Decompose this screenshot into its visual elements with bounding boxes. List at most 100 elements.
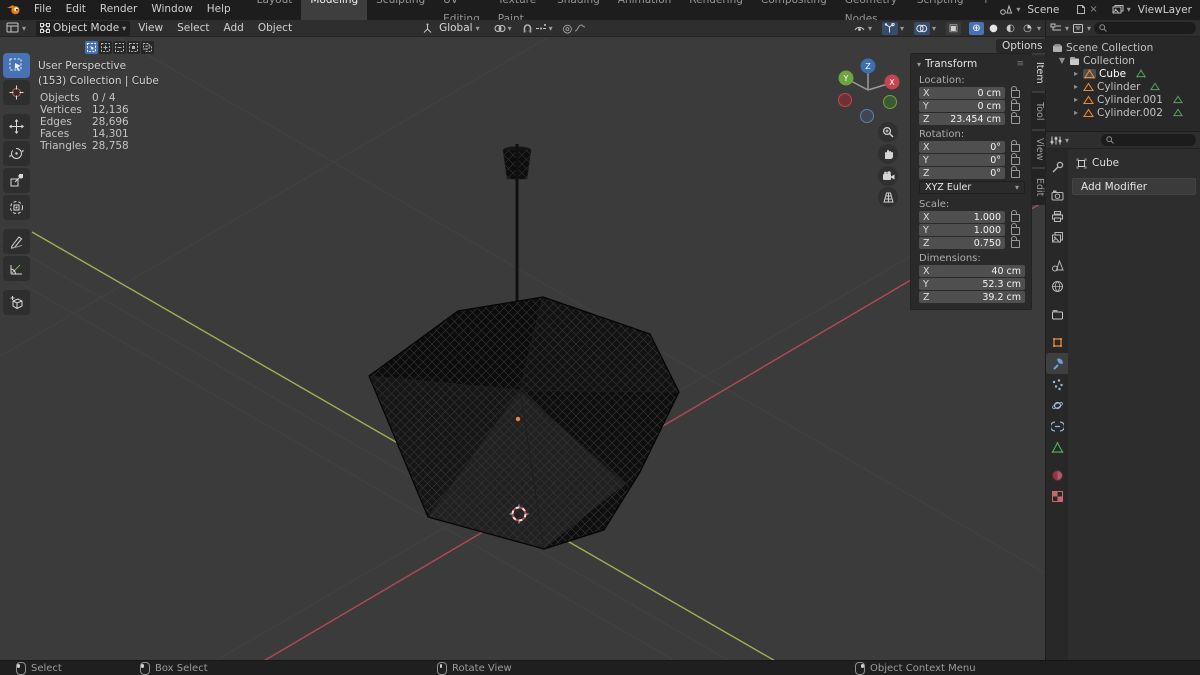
breadcrumb-object-name[interactable]: Cube: [1092, 157, 1119, 169]
outliner-search-input[interactable]: [1094, 22, 1196, 34]
output-properties-tab[interactable]: [1046, 206, 1068, 227]
cylinder-mesh-data-icon[interactable]: [1150, 82, 1161, 91]
toggle-xray-icon[interactable]: ▣: [945, 21, 961, 35]
viewlayer-name[interactable]: ViewLayer: [1134, 4, 1192, 16]
gizmo-y-neg-axis[interactable]: [883, 95, 897, 109]
cylinder001-expand-icon[interactable]: ▸: [1072, 95, 1080, 104]
shading-rendered-icon[interactable]: ◔: [1020, 22, 1035, 35]
overlays-chevron[interactable]: ▾: [932, 24, 936, 33]
cube-expand-icon[interactable]: ▸: [1072, 69, 1080, 78]
pivot-chevron[interactable]: ▾: [508, 24, 512, 33]
object-properties-tab[interactable]: [1046, 332, 1068, 353]
world-properties-tab[interactable]: [1046, 276, 1068, 297]
lock-location-y-icon[interactable]: [1011, 99, 1020, 111]
select-mode-new-icon[interactable]: [85, 41, 98, 54]
scene-browse-chevron[interactable]: ▾: [1016, 5, 1020, 14]
npanel-tab-view[interactable]: View: [1031, 131, 1046, 167]
location-z-field[interactable]: Z 23.454 cm: [919, 113, 1005, 125]
gizmo-chevron[interactable]: ▾: [900, 24, 904, 33]
particle-properties-tab[interactable]: [1046, 374, 1068, 395]
outliner-editor-type-icon[interactable]: [1050, 23, 1062, 34]
scene-browse-icon[interactable]: [999, 4, 1013, 15]
panel-grip-icon[interactable]: ≡: [1016, 59, 1025, 69]
properties-editor-type-icon[interactable]: [1050, 135, 1062, 146]
unlink-scene-icon[interactable]: ×: [1089, 4, 1097, 15]
editor-type-chevron[interactable]: ▾: [22, 24, 26, 33]
mode-dropdown[interactable]: Object Mode ▾: [36, 20, 131, 36]
select-mode-invert-icon[interactable]: [127, 41, 140, 54]
transform-orientation-icon[interactable]: [422, 23, 433, 34]
collection-expand-icon[interactable]: ▼: [1058, 56, 1066, 65]
tool-scale[interactable]: [3, 168, 30, 193]
outliner-row-cube[interactable]: ▸ Cube: [1072, 67, 1147, 80]
cylinder002-mesh-data-icon[interactable]: [1172, 108, 1183, 117]
texture-properties-tab[interactable]: [1046, 486, 1068, 507]
rotation-mode-dropdown[interactable]: XYZ Euler ▾: [919, 181, 1025, 194]
npanel-tab-edit[interactable]: Edit: [1031, 169, 1046, 205]
proportional-editing-icon[interactable]: ◎: [563, 22, 573, 35]
menu-help[interactable]: Help: [200, 0, 238, 19]
snap-chevron[interactable]: ▾: [549, 24, 553, 33]
dimensions-x-field[interactable]: X 40 cm: [919, 265, 1025, 277]
npanel-tab-item[interactable]: Item: [1031, 55, 1046, 91]
camera-view-button[interactable]: [878, 166, 898, 186]
lock-scale-z-icon[interactable]: [1011, 236, 1020, 248]
editor-type-icon[interactable]: [4, 22, 20, 34]
location-y-field[interactable]: Y0 cm: [919, 100, 1005, 112]
cylinder001-mesh-data-icon[interactable]: [1172, 95, 1183, 104]
toggle-perspective-button[interactable]: [878, 187, 898, 207]
scale-z-field[interactable]: Z 0.750: [919, 237, 1005, 249]
zoom-view-button[interactable]: [878, 122, 898, 142]
rotation-x-field[interactable]: X 0°: [919, 141, 1005, 153]
pivot-point-icon[interactable]: [494, 23, 506, 34]
object-data-properties-tab[interactable]: [1046, 437, 1068, 458]
outliner-row-scene-collection[interactable]: Scene Collection: [1052, 41, 1153, 54]
select-mode-intersect-icon[interactable]: [141, 41, 154, 54]
show-overlays-icon[interactable]: [913, 21, 930, 35]
shading-wireframe-icon[interactable]: ⊕: [968, 21, 984, 35]
menu-window[interactable]: Window: [144, 0, 199, 19]
visibility-chevron[interactable]: ▾: [868, 24, 872, 33]
rotation-y-field[interactable]: Y 0°: [919, 154, 1005, 166]
cube-mesh-data-icon[interactable]: [1136, 69, 1147, 78]
add-modifier-button[interactable]: Add Modifier: [1072, 178, 1196, 195]
lock-rotation-z-icon[interactable]: [1011, 166, 1020, 178]
shading-chevron[interactable]: ▾: [1037, 24, 1041, 33]
outliner-row-collection[interactable]: ▼ Collection: [1058, 54, 1135, 67]
lock-rotation-x-icon[interactable]: [1011, 140, 1020, 152]
physics-properties-tab[interactable]: [1046, 395, 1068, 416]
material-properties-tab[interactable]: [1046, 465, 1068, 486]
npanel-tab-tool[interactable]: Tool: [1031, 93, 1046, 129]
outliner-row-cylinder[interactable]: ▸ Cylinder: [1072, 80, 1161, 93]
outliner-filter-chevron[interactable]: ▾: [1087, 24, 1091, 33]
viewport-menu-select[interactable]: Select: [171, 22, 215, 34]
scale-y-field[interactable]: Y 1.000: [919, 224, 1005, 236]
outliner-filter-icon[interactable]: [1072, 23, 1084, 34]
scene-name[interactable]: Scene: [1023, 4, 1073, 16]
gizmo-x-neg-axis[interactable]: [838, 93, 852, 107]
viewport-menu-view[interactable]: View: [132, 22, 169, 34]
menu-file[interactable]: File: [27, 0, 59, 19]
constraint-properties-tab[interactable]: [1046, 416, 1068, 437]
properties-search-input[interactable]: [1101, 134, 1196, 146]
orientation-dropdown[interactable]: Global ▾: [435, 21, 484, 36]
rotation-z-field[interactable]: Z 0°: [919, 167, 1005, 179]
select-mode-extend-icon[interactable]: [99, 41, 112, 54]
tool-cursor[interactable]: [3, 80, 30, 105]
tool-select-box[interactable]: [3, 53, 30, 78]
outliner-row-cylinder-002[interactable]: ▸ Cylinder.002: [1072, 106, 1183, 119]
lock-rotation-y-icon[interactable]: [1011, 153, 1020, 165]
collection-properties-tab[interactable]: [1046, 304, 1068, 325]
view-layer-properties-tab[interactable]: [1046, 227, 1068, 248]
cylinder-expand-icon[interactable]: ▸: [1072, 82, 1080, 91]
menu-render[interactable]: Render: [93, 0, 144, 19]
properties-type-chevron[interactable]: ▾: [1065, 136, 1069, 145]
render-properties-tab[interactable]: [1046, 185, 1068, 206]
scene-properties-tab[interactable]: [1046, 255, 1068, 276]
cylinder002-expand-icon[interactable]: ▸: [1072, 108, 1080, 117]
transform-panel-collapse-icon[interactable]: ▾: [917, 60, 921, 69]
viewlayer-browse-icon[interactable]: [1112, 4, 1124, 15]
shading-material-icon[interactable]: ◐: [1003, 22, 1018, 35]
object-type-visibility-icon[interactable]: [853, 23, 866, 34]
show-gizmo-icon[interactable]: [881, 21, 898, 35]
